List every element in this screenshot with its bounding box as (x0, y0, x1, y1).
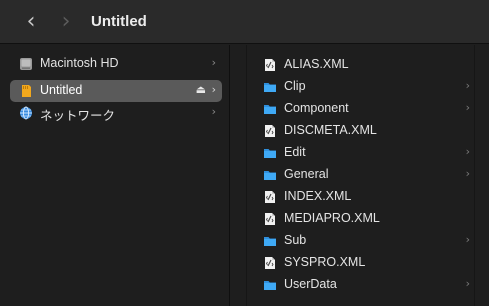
folder-icon (264, 171, 276, 180)
folder-icon (264, 237, 276, 246)
folder-icon (264, 149, 276, 158)
chevron-right-icon: › (211, 56, 216, 69)
folder-item-sub[interactable]: Sub › (260, 230, 470, 252)
back-button[interactable]: ‹ (20, 11, 42, 33)
folder-label: UserData (284, 277, 337, 291)
locations-column: Macintosh HD › Untitled ⏏ › ネットワーク › (0, 45, 229, 306)
folder-label: Component (284, 101, 349, 115)
file-item-syspro-xml[interactable]: SYSPRO.XML (260, 252, 470, 274)
location-label: ネットワーク (40, 109, 116, 123)
sd-card-icon (22, 85, 31, 97)
network-globe-icon (20, 106, 32, 120)
folder-icon (264, 105, 276, 114)
file-item-mediapro-xml[interactable]: MEDIAPRO.XML (260, 208, 470, 230)
toolbar: ‹ › Untitled (0, 0, 489, 44)
forward-button[interactable]: › (55, 11, 77, 33)
location-item-network[interactable]: ネットワーク › (10, 102, 222, 124)
hard-drive-icon (20, 58, 32, 70)
chevron-right-icon: › (465, 167, 470, 180)
chevron-right-icon: › (465, 79, 470, 92)
chevron-right-icon: › (465, 145, 470, 158)
folder-item-clip[interactable]: Clip › (260, 76, 470, 98)
file-label: SYSPRO.XML (284, 255, 366, 269)
chevron-right-icon: › (465, 233, 470, 246)
location-item-untitled[interactable]: Untitled ⏏ › (10, 80, 222, 102)
folder-item-userdata[interactable]: UserData › (260, 274, 470, 296)
folder-label: Clip (284, 79, 306, 93)
file-label: DISCMETA.XML (284, 123, 377, 137)
file-label: ALIAS.XML (284, 57, 349, 71)
xml-file-icon (265, 257, 275, 269)
folder-label: Sub (284, 233, 307, 247)
eject-icon[interactable]: ⏏ (196, 83, 206, 96)
column-resize-handle[interactable] (230, 45, 247, 306)
folder-label: Edit (284, 145, 306, 159)
location-label: Untitled (40, 83, 83, 97)
files-column: ALIAS.XML Clip › Component › DISCMETA.XM… (248, 45, 474, 306)
location-item-macintosh-hd[interactable]: Macintosh HD › (10, 53, 222, 75)
file-label: MEDIAPRO.XML (284, 211, 380, 225)
file-label: INDEX.XML (284, 189, 352, 203)
xml-file-icon (265, 213, 275, 225)
scroll-gutter[interactable] (474, 45, 489, 306)
chevron-right-icon: › (211, 83, 216, 96)
folder-item-general[interactable]: General › (260, 164, 470, 186)
location-label: Macintosh HD (40, 56, 119, 70)
folder-label: General (284, 167, 329, 181)
file-item-discmeta-xml[interactable]: DISCMETA.XML (260, 120, 470, 142)
folder-item-component[interactable]: Component › (260, 98, 470, 120)
xml-file-icon (265, 191, 275, 203)
chevron-right-icon: › (465, 101, 470, 114)
folder-icon (264, 281, 276, 290)
file-item-index-xml[interactable]: INDEX.XML (260, 186, 470, 208)
chevron-right-icon: › (465, 277, 470, 290)
finder-window: ‹ › Untitled Macintosh HD › Untitled ⏏ › (0, 0, 489, 306)
file-item-alias-xml[interactable]: ALIAS.XML (260, 54, 470, 76)
window-title: Untitled (91, 13, 147, 30)
folder-item-edit[interactable]: Edit › (260, 142, 470, 164)
chevron-right-icon: › (211, 105, 216, 118)
xml-file-icon (265, 125, 275, 137)
folder-icon (264, 83, 276, 92)
xml-file-icon (265, 59, 275, 71)
